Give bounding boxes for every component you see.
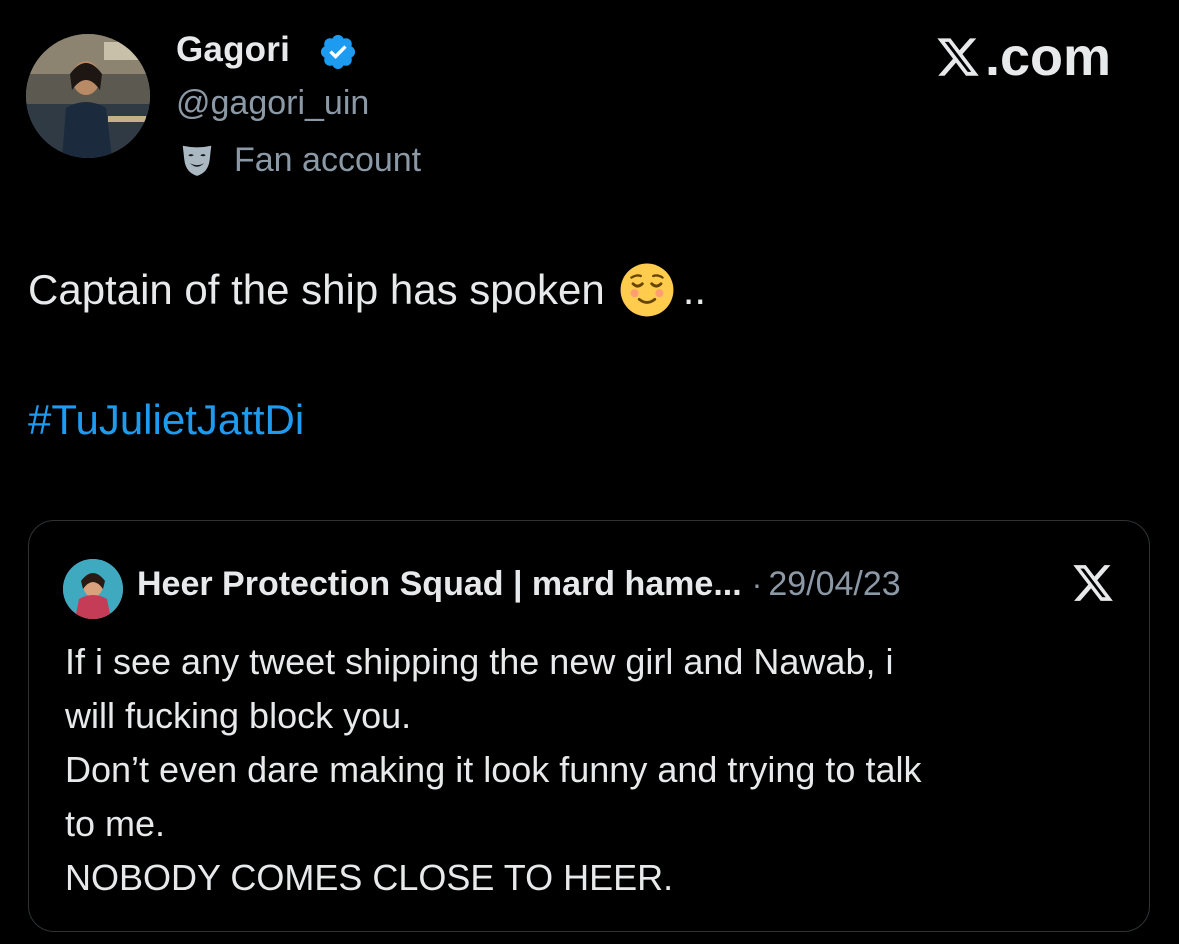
relieved-face-emoji [620, 263, 674, 317]
account-label-text: Fan account [234, 140, 422, 179]
quoted-tweet-line: NOBODY COMES CLOSE TO HEER. [65, 857, 674, 898]
separator-dot: · [751, 566, 763, 602]
brand-text: .com [984, 27, 1111, 87]
handle[interactable]: @gagori_uin [176, 84, 369, 123]
quoted-tweet-line: If i see any tweet shipping the new girl… [65, 641, 894, 682]
quoted-tweet-line: Don’t even dare making it look funny and… [65, 749, 922, 790]
tweet-trailing: .. [682, 266, 707, 313]
verified-badge-icon [320, 34, 356, 70]
hashtag-link[interactable]: #TuJulietJattDi [28, 394, 304, 446]
quoted-tweet-line: to me. [65, 803, 166, 844]
quoted-tweet-date[interactable]: 29/04/23 [768, 565, 900, 604]
quoted-tweet-header: Heer Protection Squad | mard hame... · 2… [137, 565, 901, 604]
theater-mask-icon [182, 145, 212, 176]
x-logo-icon [1073, 565, 1113, 601]
avatar[interactable] [26, 34, 150, 158]
quoted-tweet-card[interactable]: Heer Protection Squad | mard hame... · 2… [28, 520, 1150, 932]
display-name[interactable]: Gagori [176, 30, 290, 70]
tweet-text: Captain of the ship has spoken .. [28, 262, 706, 318]
quoted-author-name[interactable]: Heer Protection Squad | mard hame... [137, 565, 742, 604]
tweet-body: Captain of the ship has spoken [28, 266, 605, 313]
quoted-tweet-body: If i see any tweet shipping the new girl… [65, 635, 1125, 905]
x-logo-icon [937, 38, 979, 76]
quoted-author-avatar[interactable] [63, 559, 123, 619]
quoted-tweet-line: will fucking block you. [65, 695, 412, 736]
account-label: Fan account [178, 138, 421, 182]
brand-watermark: .com [935, 26, 1111, 88]
